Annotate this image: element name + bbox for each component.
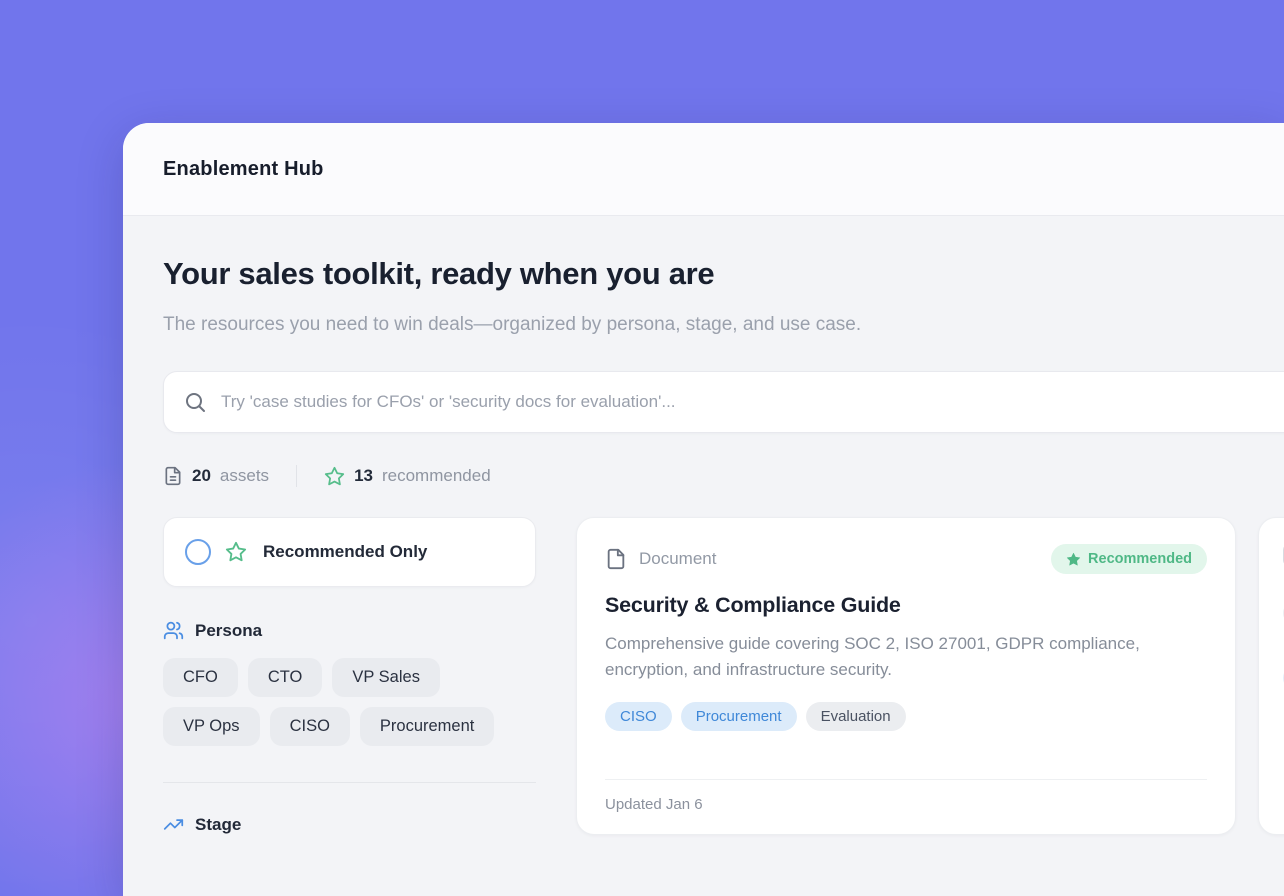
recommended-badge: Recommended xyxy=(1051,544,1207,574)
app-title: Enablement Hub xyxy=(163,158,324,181)
page-subtitle: The resources you need to win deals—orga… xyxy=(163,307,993,342)
stage-section-header: Stage xyxy=(163,814,536,835)
page-title: Your sales toolkit, ready when you are xyxy=(163,256,1284,292)
recommended-badge-label: Recommended xyxy=(1088,551,1192,567)
recommended-label: recommended xyxy=(382,466,491,486)
recommended-count: 13 xyxy=(354,466,373,486)
card-header-row: Document Recommended xyxy=(605,544,1207,574)
card-tags: CISO Procurement Evaluation xyxy=(605,702,1207,731)
persona-chip-vp-ops[interactable]: VP Ops xyxy=(163,707,260,746)
file-text-icon xyxy=(163,466,183,486)
main-grid: Recommended Only Persona CFO CTO VP Sale… xyxy=(163,517,1284,835)
persona-section-header: Persona xyxy=(163,620,536,641)
tag-procurement[interactable]: Procurement xyxy=(681,702,797,731)
trending-up-icon xyxy=(163,814,184,835)
persona-chip-cto[interactable]: CTO xyxy=(248,658,323,697)
assets-count: 20 xyxy=(192,466,211,486)
persona-chip-procurement[interactable]: Procurement xyxy=(360,707,494,746)
assets-stat: 20 assets xyxy=(163,466,269,486)
search-bar[interactable] xyxy=(163,371,1284,433)
star-icon xyxy=(324,466,345,487)
main-panel: Enablement Hub Your sales toolkit, ready… xyxy=(123,123,1284,896)
star-icon xyxy=(225,541,247,563)
asset-card-security-compliance-guide[interactable]: Document Recommended Security & Complian… xyxy=(576,517,1236,835)
persona-section-label: Persona xyxy=(195,621,262,641)
card-type: Document xyxy=(605,548,716,570)
asset-cards: Document Recommended Security & Complian… xyxy=(576,517,1284,835)
persona-chips: CFO CTO VP Sales VP Ops CISO Procurement xyxy=(163,658,536,746)
file-icon xyxy=(605,548,627,570)
assets-label: assets xyxy=(220,466,269,486)
recommended-stat: 13 recommended xyxy=(324,466,491,487)
tag-ciso[interactable]: CISO xyxy=(605,702,672,731)
recommended-only-toggle[interactable]: Recommended Only xyxy=(163,517,536,587)
app-header: Enablement Hub xyxy=(123,123,1284,216)
card-footer: Updated Jan 6 xyxy=(605,779,1207,814)
page-content: Your sales toolkit, ready when you are T… xyxy=(123,216,1284,835)
card-description: Comprehensive guide covering SOC 2, ISO … xyxy=(605,631,1205,683)
card-updated-date: Updated Jan 6 xyxy=(605,796,703,813)
persona-chip-cfo[interactable]: CFO xyxy=(163,658,238,697)
stats-row: 20 assets 13 recommended xyxy=(163,465,1284,487)
persona-chip-ciso[interactable]: CISO xyxy=(270,707,350,746)
asset-card-partial[interactable] xyxy=(1258,517,1284,835)
tag-evaluation[interactable]: Evaluation xyxy=(806,702,906,731)
search-icon xyxy=(183,390,207,414)
search-input[interactable] xyxy=(221,392,1284,412)
filter-divider xyxy=(163,782,536,783)
card-type-label: Document xyxy=(639,549,716,569)
stats-divider xyxy=(296,465,297,487)
star-filled-icon xyxy=(1066,552,1081,567)
recommended-only-label: Recommended Only xyxy=(263,542,427,562)
users-icon xyxy=(163,620,184,641)
persona-chip-vp-sales[interactable]: VP Sales xyxy=(332,658,440,697)
card-title: Security & Compliance Guide xyxy=(605,593,1207,618)
toggle-circle[interactable] xyxy=(185,539,211,565)
filter-sidebar: Recommended Only Persona CFO CTO VP Sale… xyxy=(163,517,536,835)
stage-section-label: Stage xyxy=(195,815,241,835)
